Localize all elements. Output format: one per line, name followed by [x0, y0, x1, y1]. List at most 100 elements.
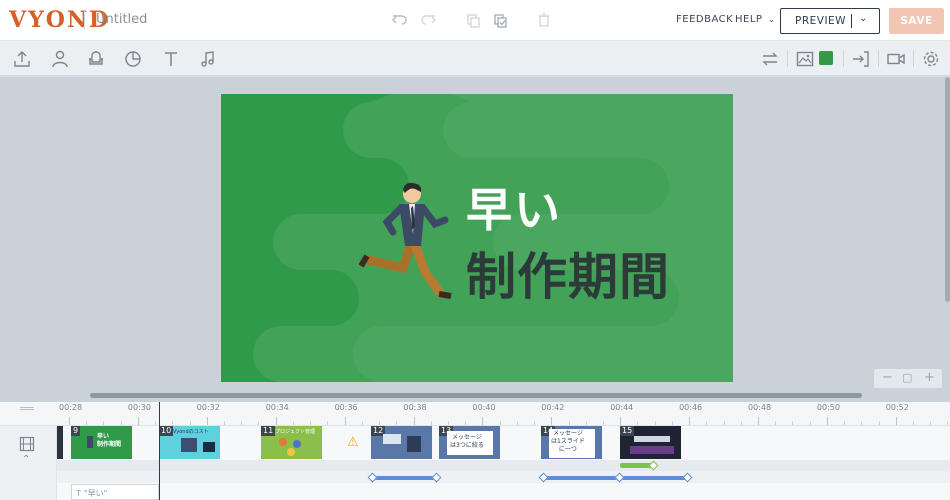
ruler-minor-tick: [568, 421, 570, 425]
scene-thumbnail[interactable]: 14 メッセージ は1スライド に一つ: [541, 426, 602, 459]
warning-icon[interactable]: ⚠: [347, 435, 359, 450]
ruler-minor-tick: [103, 421, 105, 425]
scene-canvas[interactable]: 早い 制作期間: [221, 94, 733, 382]
document-title[interactable]: Untitled: [96, 12, 147, 27]
film-strip-icon[interactable]: [19, 436, 35, 452]
scene-caption: メッセージ は1スライド に一つ: [551, 430, 585, 453]
playhead[interactable]: [159, 402, 160, 500]
ruler-minor-tick: [361, 421, 363, 425]
music-icon[interactable]: [198, 49, 218, 69]
scene-caption: プロジェクト管理: [275, 429, 316, 435]
character-icon[interactable]: [50, 49, 70, 69]
zoom-in-icon[interactable]: +: [924, 370, 935, 385]
ruler-minor-tick: [844, 421, 846, 425]
scene-thumbnail[interactable]: 10 Vyondのコスト: [159, 426, 220, 459]
ruler-tick-label: 00:48: [748, 403, 772, 412]
text-icon: T: [76, 489, 81, 498]
scene-number: 11: [261, 426, 276, 436]
ruler-minor-tick: [310, 421, 312, 425]
vertical-scrollbar[interactable]: [945, 77, 950, 302]
ruler-minor-tick: [792, 421, 794, 425]
ruler-tick: [689, 417, 691, 425]
save-button[interactable]: SAVE: [889, 8, 944, 34]
scene-thumbnail[interactable]: 13 メッセージ は3つに絞る: [439, 426, 500, 459]
image-background-icon[interactable]: [795, 49, 815, 69]
scene-figure: [279, 438, 287, 446]
ruler-tick: [620, 417, 622, 425]
asset-toolbar: [0, 41, 950, 76]
timeline-ruler[interactable]: 00:28 00:30 00:32 00:34 00:36 00:38 00:40 00:42…: [0, 402, 950, 426]
scene-thumbnail[interactable]: 12: [371, 426, 432, 459]
canvas-title-line2[interactable]: 制作期間: [466, 237, 670, 309]
scene-number: 9: [71, 426, 81, 436]
ruler-tick: [206, 417, 208, 425]
swap-icon[interactable]: [760, 49, 780, 69]
text-icon[interactable]: [161, 49, 181, 69]
preview-button[interactable]: PREVIEW ⌄: [780, 8, 880, 34]
ruler-minor-tick: [499, 421, 501, 425]
transition-bar[interactable]: [372, 476, 436, 480]
ruler-minor-tick: [637, 421, 639, 425]
ruler-tick: [344, 417, 346, 425]
ruler-minor-tick: [379, 421, 381, 425]
props-icon[interactable]: [86, 49, 106, 69]
ruler-minor-tick: [740, 421, 742, 425]
scene-figure: [181, 438, 197, 452]
ruler-tick-label: 00:32: [196, 403, 220, 412]
zoom-out-icon[interactable]: −: [882, 370, 893, 385]
ruler-tick-label: 00:34: [265, 403, 289, 412]
ruler-minor-tick: [706, 421, 708, 425]
ruler-tick: [413, 417, 415, 425]
ruler-minor-tick: [585, 421, 587, 425]
ruler-tick: [895, 417, 897, 425]
ruler-minor-tick: [224, 421, 226, 425]
scene-figure: [383, 434, 401, 444]
delete-icon[interactable]: [535, 11, 553, 29]
resize-grip-icon[interactable]: [20, 407, 34, 410]
toolbar-divider: [843, 50, 844, 67]
scene-thumbnail[interactable]: 11 プロジェクト管理: [261, 426, 322, 459]
ruler-tick-label: 00:38: [403, 403, 427, 412]
ruler-minor-tick: [654, 421, 656, 425]
copy-icon[interactable]: [464, 11, 482, 29]
canvas-title-line1[interactable]: 早い: [466, 174, 562, 240]
settings-icon[interactable]: [921, 49, 941, 69]
undo-icon[interactable]: [391, 11, 409, 29]
ruler-tick-label: 00:28: [59, 403, 83, 412]
ruler-tick-label: 00:36: [334, 403, 358, 412]
running-man-illustration: [359, 182, 452, 299]
ruler-tick-label: 00:50: [816, 403, 840, 412]
scene-figure: [293, 440, 301, 448]
feedback-link[interactable]: FEEDBACK: [676, 14, 733, 25]
vyond-logo[interactable]: VYOND: [9, 7, 110, 33]
chart-icon[interactable]: [123, 49, 143, 69]
scene-thumbnail[interactable]: [57, 426, 63, 459]
scene-figure: [287, 448, 295, 456]
ruler-minor-tick: [189, 421, 191, 425]
scene-figure: [634, 436, 670, 442]
upload-icon[interactable]: [12, 49, 32, 69]
redo-icon[interactable]: [419, 11, 437, 29]
ruler-minor-tick: [447, 421, 449, 425]
track-gutter: ⌃: [0, 426, 57, 500]
text-track-item[interactable]: T "早い": [71, 484, 159, 500]
paste-icon[interactable]: [491, 11, 509, 29]
background-color-swatch[interactable]: [819, 51, 833, 65]
chevron-down-icon[interactable]: ⌄: [859, 13, 868, 24]
ruler-minor-tick: [172, 421, 174, 425]
scene-thumbnail[interactable]: 9 早い 制作期間: [71, 426, 132, 459]
camera-icon[interactable]: [886, 49, 906, 69]
help-menu[interactable]: HELP ⌄: [735, 14, 775, 25]
scene-number: 15: [620, 426, 635, 436]
scene-thumbnail[interactable]: 15: [620, 426, 681, 459]
horizontal-scrollbar[interactable]: [90, 393, 862, 398]
ruler-tick-label: 00:42: [541, 403, 565, 412]
chevron-up-icon[interactable]: ⌃: [22, 454, 30, 465]
ruler-minor-tick: [913, 421, 915, 425]
effects-track: [57, 460, 950, 471]
enter-icon[interactable]: [851, 49, 871, 69]
fit-screen-icon[interactable]: ▢: [902, 371, 912, 384]
scene-number: 10: [159, 426, 174, 436]
ruler-minor-tick: [292, 421, 294, 425]
ruler-tick-label: 00:46: [679, 403, 703, 412]
